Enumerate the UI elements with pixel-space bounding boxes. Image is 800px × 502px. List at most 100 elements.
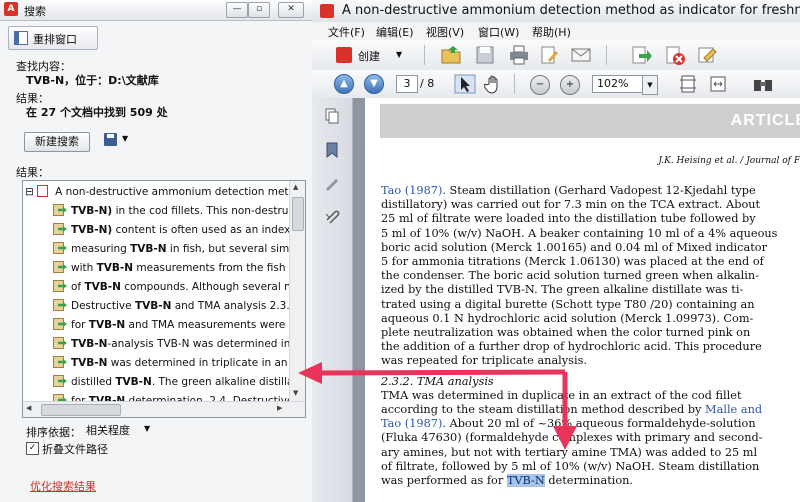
- search-hit-icon: [53, 280, 67, 292]
- reject-icon[interactable]: [664, 44, 686, 66]
- results-horizontal-scrollbar[interactable]: ◀ ▶: [23, 401, 305, 417]
- save-dropdown-icon[interactable]: ▼: [122, 134, 128, 143]
- search-title-bar: A 搜索 — ▫ ✕: [0, 0, 312, 21]
- search-panel: A 搜索 — ▫ ✕ 重排窗口 查找内容： TVB-N，位于：D:\文献库 结果…: [0, 0, 313, 502]
- body-text-line: 5 ml of 10% (w/v) NaOH. A beaker contain…: [381, 227, 777, 241]
- optimize-search-link[interactable]: 优化搜索结果: [30, 478, 96, 494]
- zoom-dropdown-icon[interactable]: ▼: [642, 75, 658, 95]
- scroll-down-icon[interactable]: ▼: [293, 389, 298, 397]
- sort-value: 相关程度: [86, 424, 130, 437]
- arrange-windows-button[interactable]: 重排窗口: [8, 26, 98, 50]
- page-total: / 8: [420, 77, 435, 90]
- restore-icon[interactable]: ▫: [248, 2, 270, 18]
- result-match: TVB-N: [88, 319, 126, 331]
- fold-path-checkbox[interactable]: ✓: [26, 442, 39, 455]
- result-item[interactable]: measuring TVB-N in fish, but several sim…: [53, 240, 305, 258]
- zoom-out-icon[interactable]: −: [530, 75, 550, 95]
- page-number-input[interactable]: 3: [396, 75, 418, 93]
- search-hit-icon: [53, 356, 67, 368]
- result-item[interactable]: TVB-N-analysis TVB-N was determined in t: [53, 335, 305, 353]
- result-match: TVB-N: [84, 281, 121, 293]
- menu-window[interactable]: 窗口(W): [478, 24, 519, 40]
- result-item[interactable]: Destructive TVB-N and TMA analysis 2.3.1…: [53, 297, 305, 315]
- text-run: ary amines, but not with tertiary amine …: [381, 445, 758, 459]
- attachments-icon[interactable]: [324, 208, 340, 224]
- results-tree[interactable]: ⊟ A non-destructive ammonium detection m…: [22, 180, 306, 418]
- scroll-right-icon[interactable]: ▶: [277, 404, 282, 412]
- fit-page-icon[interactable]: [678, 74, 698, 94]
- citation-link[interactable]: Tao (1987): [381, 417, 442, 430]
- menu-view[interactable]: 视图(V): [426, 24, 464, 40]
- bookmarks-icon[interactable]: [324, 142, 340, 158]
- print-icon[interactable]: [508, 44, 530, 66]
- save-disk-icon[interactable]: [474, 44, 496, 66]
- citation-link[interactable]: Tao (1987): [381, 184, 442, 197]
- article-banner-label: ARTICLE: [730, 112, 800, 129]
- toolbar-separator: [424, 45, 425, 65]
- previous-page-icon[interactable]: ▲: [334, 74, 354, 94]
- search-hit-icon: [53, 223, 67, 235]
- search-hit-icon: [53, 375, 67, 387]
- body-text-line: Tao (1987). Steam distillation (Gerhard …: [381, 184, 756, 198]
- result-item[interactable]: TVB-N) in the cod fillets. This non-dest…: [53, 202, 305, 220]
- toolbar-separator: [606, 45, 607, 65]
- signatures-icon[interactable]: [324, 176, 340, 192]
- zoom-select[interactable]: 102%: [592, 75, 648, 93]
- citation-link[interactable]: Malle and: [705, 403, 762, 416]
- result-item[interactable]: distilled TVB-N. The green alkaline dist…: [53, 373, 305, 391]
- hand-tool-icon[interactable]: [484, 74, 504, 94]
- zoom-in-icon[interactable]: +: [560, 75, 580, 95]
- body-text-line: ary amines, but not with tertiary amine …: [381, 446, 757, 460]
- new-search-button[interactable]: 新建搜索: [24, 132, 90, 152]
- text-run: of filtrate, followed by 5 ml of 10% (w/…: [381, 459, 760, 473]
- hscroll-thumb[interactable]: [41, 404, 121, 416]
- body-text-line: the addition of a further drop of hydroc…: [381, 340, 762, 354]
- open-folder-icon[interactable]: [440, 44, 462, 66]
- body-text-line: ized by the distilled TVB-N. The green a…: [381, 283, 743, 297]
- select-cursor-icon[interactable]: [454, 74, 476, 94]
- document-view[interactable]: ARTICLE J.K. Heising et al. / Journal of…: [353, 98, 800, 502]
- find-binoculars-icon[interactable]: [752, 74, 774, 94]
- menu-help[interactable]: 帮助(H): [532, 24, 571, 40]
- scroll-up-icon[interactable]: ▲: [293, 183, 298, 191]
- sign-icon[interactable]: [696, 44, 718, 66]
- result-match: TVB-N): [71, 205, 113, 217]
- fit-width-icon[interactable]: [708, 74, 728, 94]
- result-item[interactable]: for TVB-N and TMA measurements were pa: [53, 316, 305, 334]
- text-run: . About 20 ml of ~36% aqueous formaldehy…: [442, 417, 756, 431]
- text-run: aqueous 0.1 N hydrochloric acid solution…: [381, 311, 754, 325]
- search-hit-icon: [53, 242, 67, 254]
- export-icon[interactable]: [630, 44, 652, 66]
- result-document-title: A non-destructive ammonium detection met…: [55, 186, 306, 198]
- create-button[interactable]: 创建 ▼: [336, 45, 408, 65]
- result-match: TVB-N: [130, 243, 167, 255]
- save-icon[interactable]: [104, 133, 117, 146]
- page-thumbnails-icon[interactable]: [324, 108, 340, 124]
- collapse-toggle-icon[interactable]: ⊟: [25, 186, 37, 198]
- menu-file[interactable]: 文件(F): [328, 24, 365, 40]
- edit-document-icon[interactable]: [538, 44, 560, 66]
- scroll-thumb[interactable]: [292, 197, 304, 231]
- result-text-after: in the cod fillets. This non-destruct: [112, 205, 299, 217]
- result-item[interactable]: TVB-N) content is often used as an index…: [53, 221, 305, 239]
- arrange-windows-label: 重排窗口: [33, 33, 77, 46]
- sort-select[interactable]: 相关程度 ▼: [86, 422, 158, 438]
- text-run: plete neutralization was obtained when t…: [381, 326, 751, 339]
- result-item[interactable]: of TVB-N compounds. Although several no: [53, 278, 305, 296]
- close-icon[interactable]: ✕: [278, 2, 304, 18]
- results-vertical-scrollbar[interactable]: ▲ ▼: [289, 181, 305, 401]
- next-page-icon[interactable]: ▼: [364, 74, 384, 94]
- create-pdf-icon: [336, 47, 352, 63]
- scroll-left-icon[interactable]: ◀: [26, 404, 31, 412]
- menu-edit[interactable]: 编辑(E): [376, 24, 414, 40]
- body-text-line: (Fluka 47630) (formaldehyde complexes wi…: [381, 431, 763, 445]
- email-icon[interactable]: [570, 44, 592, 66]
- search-hit-icon: [53, 299, 67, 311]
- result-document-node[interactable]: ⊟ A non-destructive ammonium detection m…: [25, 183, 306, 201]
- result-item[interactable]: TVB-N was determined in triplicate in an…: [53, 354, 305, 372]
- minimize-icon[interactable]: —: [226, 2, 248, 18]
- result-item[interactable]: with TVB-N measurements from the fish we: [53, 259, 305, 277]
- text-run: was performed as for: [381, 474, 507, 487]
- pdf-document-icon: [37, 185, 51, 197]
- result-text-before: with: [71, 262, 97, 274]
